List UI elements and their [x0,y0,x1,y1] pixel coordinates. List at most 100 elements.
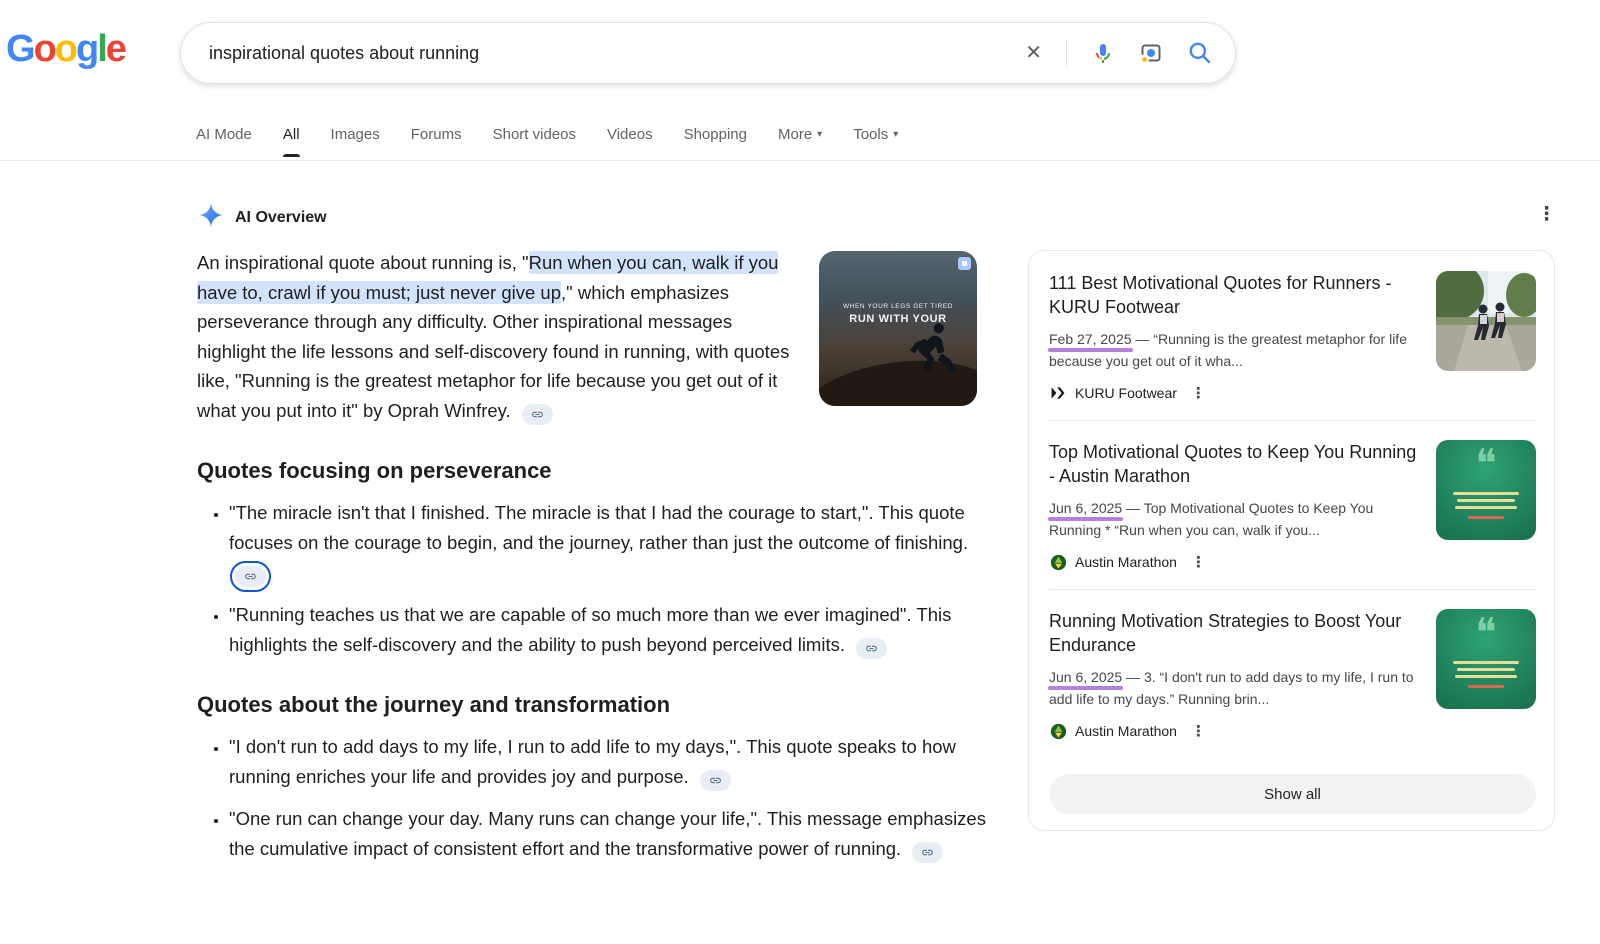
source-attribution[interactable]: Austin Marathon ⋮ [1049,722,1420,740]
header-divider [0,160,1600,161]
source-link-chip-focused[interactable] [235,566,266,587]
source-card-title[interactable]: Top Motivational Quotes to Keep You Runn… [1049,441,1420,488]
tab-label: Videos [607,126,653,143]
search-submit-icon[interactable] [1187,40,1213,66]
snippet-date: Jun 6, 2025 [1049,669,1122,685]
search-divider [1066,39,1067,67]
tab-tools[interactable]: Tools ▾ [853,118,898,157]
quote-text-lines [1453,492,1519,519]
source-card-snippet: Jun 6, 2025 — Top Motivational Quotes to… [1049,497,1420,541]
show-all-button[interactable]: Show all [1049,774,1536,814]
source-link-chip[interactable] [700,770,731,791]
bullet-text: "The miracle isn't that I finished. The … [229,502,968,553]
tab-forums[interactable]: Forums [411,118,462,157]
bullet-text: "Running teaches us that we are capable … [229,604,951,655]
tab-label: Forums [411,126,462,143]
source-attribution[interactable]: Austin Marathon ⋮ [1049,553,1420,571]
ai-overview-title: AI Overview [235,209,327,227]
search-input[interactable]: inspirational quotes about running [209,43,1025,64]
bullet-text: "One run can change your day. Many runs … [229,808,986,859]
hero-caption: WHEN YOUR LEGS GET TIRED RUN WITH YOUR [819,303,977,325]
ai-overview-body: An inspirational quote about running is,… [197,248,987,876]
gemini-sparkle-icon [198,202,224,233]
list-item: "One run can change your day. Many runs … [229,804,987,864]
tab-label: AI Mode [196,126,252,143]
source-link-chip[interactable] [522,404,553,425]
source-name: Austin Marathon [1075,723,1177,739]
source-card: 111 Best Motivational Quotes for Runners… [1049,271,1536,420]
chevron-down-icon: ▾ [893,129,898,140]
austin-marathon-favicon-icon [1049,553,1067,571]
source-card: Top Motivational Quotes to Keep You Runn… [1049,420,1536,589]
tab-label: All [283,126,300,143]
bullet-text: "I don't run to add days to my life, I r… [229,736,956,787]
result-filter-tabs: AI Mode All Images Forums Short videos V… [196,118,898,157]
source-card-snippet: Jun 6, 2025 — 3. “I don't run to add day… [1049,666,1420,710]
source-card-snippet: Feb 27, 2025 — “Running is the greatest … [1049,328,1420,372]
list-item: "I don't run to add days to my life, I r… [229,732,987,792]
source-name: KURU Footwear [1075,385,1177,401]
hero-caption-small: WHEN YOUR LEGS GET TIRED [819,303,977,310]
logo-letter: o [34,28,55,70]
intro-text: An inspirational quote about running is,… [197,252,529,273]
sources-panel: 111 Best Motivational Quotes for Runners… [1028,250,1555,831]
quote-text-lines [1453,661,1519,688]
snippet-date: Feb 27, 2025 [1049,331,1132,347]
source-name: Austin Marathon [1075,554,1177,570]
google-search-results-page: Google inspirational quotes about runnin… [0,0,1600,944]
ai-overview-header: AI Overview [198,202,327,233]
hero-caption-big: RUN WITH YOUR [819,313,977,325]
quote-icon: ❝ [1436,444,1536,484]
bullet-list-journey: "I don't run to add days to my life, I r… [197,732,987,864]
tab-label: Tools [853,126,888,143]
hero-image-runner[interactable]: WHEN YOUR LEGS GET TIRED RUN WITH YOUR [819,251,977,406]
ai-overview-intro: An inspirational quote about running is,… [197,248,801,426]
tab-short-videos[interactable]: Short videos [493,118,576,157]
clear-search-icon[interactable]: ✕ [1025,43,1042,63]
logo-letter: o [55,28,76,70]
card-thumbnail-quote-graphic[interactable]: ❝ [1436,609,1536,709]
card-thumbnail-runners-photo[interactable] [1436,271,1536,371]
runner-silhouette [897,319,969,396]
logo-letter: e [106,28,125,70]
source-card-title[interactable]: 111 Best Motivational Quotes for Runners… [1049,272,1420,319]
tab-label: Shopping [684,126,747,143]
logo-letter: G [6,28,34,70]
kuru-favicon-icon [1049,384,1067,402]
source-attribution[interactable]: KURU Footwear ⋮ [1049,384,1420,402]
card-menu-icon[interactable]: ⋮ [1191,384,1206,402]
list-item: "Running teaches us that we are capable … [229,600,987,660]
snippet-date: Jun 6, 2025 [1049,500,1122,516]
ai-overview-menu-icon[interactable]: ⋮ [1537,203,1556,226]
logo-letter: g [76,28,97,70]
card-thumbnail-quote-graphic[interactable]: ❝ [1436,440,1536,540]
google-lens-icon[interactable] [1139,41,1163,65]
tab-all[interactable]: All [283,118,300,157]
source-link-chip[interactable] [912,842,943,863]
tab-shopping[interactable]: Shopping [684,118,747,157]
tab-videos[interactable]: Videos [607,118,653,157]
tab-images[interactable]: Images [331,118,380,157]
logo-letter: l [97,28,106,70]
card-menu-icon[interactable]: ⋮ [1191,553,1206,571]
austin-marathon-favicon-icon [1049,722,1067,740]
tab-label: Images [331,126,380,143]
bullet-list-perseverance: "The miracle isn't that I finished. The … [197,498,987,660]
tab-label: More [778,126,812,143]
tab-label: Short videos [493,126,576,143]
image-source-badge [958,257,971,270]
source-link-chip[interactable] [856,638,887,659]
voice-search-icon[interactable] [1091,41,1115,65]
google-logo[interactable]: Google [6,28,125,71]
list-item: "The miracle isn't that I finished. The … [229,498,987,588]
card-menu-icon[interactable]: ⋮ [1191,722,1206,740]
search-bar[interactable]: inspirational quotes about running ✕ [180,22,1236,84]
section-heading-journey: Quotes about the journey and transformat… [197,692,987,718]
source-card: Running Motivation Strategies to Boost Y… [1049,589,1536,758]
source-card-title[interactable]: Running Motivation Strategies to Boost Y… [1049,610,1420,657]
quote-icon: ❝ [1436,613,1536,653]
tab-ai-mode[interactable]: AI Mode [196,118,252,157]
section-heading-perseverance: Quotes focusing on perseverance [197,458,987,484]
tab-more[interactable]: More ▾ [778,118,822,157]
chevron-down-icon: ▾ [817,129,822,140]
